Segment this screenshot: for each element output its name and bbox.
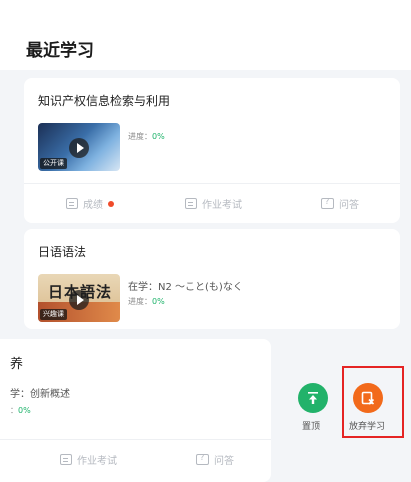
progress-label: 进度： [128, 297, 152, 306]
studying-text: 学：创新概述 [10, 389, 70, 400]
course-thumbnail[interactable]: 日本語法 兴趣课 [38, 274, 120, 322]
homework-button[interactable]: 作业考试 [185, 196, 242, 211]
qa-label: 问答 [214, 456, 234, 467]
pin-label: 置顶 [302, 422, 321, 432]
progress-value: 0% [152, 297, 165, 306]
homework-icon [185, 198, 197, 209]
qa-icon [196, 453, 209, 465]
studying-value: N2 ～こと(も)なく [158, 282, 243, 293]
notification-dot [108, 200, 114, 207]
progress-text: ：0% [10, 405, 31, 416]
progress-text: 进度：0% [128, 131, 165, 142]
studying-text: 在学：N2 ～こと(も)なく [128, 278, 243, 293]
course-card[interactable]: 知识产权信息检索与利用 公开课 进度：0% 成绩 作业考试 问答 [24, 78, 400, 223]
homework-label: 作业考试 [77, 456, 117, 467]
page-title: 最近学习 [26, 41, 94, 61]
pin-top-icon [308, 392, 318, 404]
grades-label: 成绩 [83, 200, 103, 211]
qa-label: 问答 [339, 200, 359, 211]
divider [0, 439, 271, 440]
qa-button[interactable]: 问答 [321, 196, 359, 211]
play-icon [69, 138, 89, 158]
course-tag: 公开课 [40, 158, 67, 169]
grades-icon [66, 198, 78, 209]
progress-label: 进度： [128, 132, 152, 141]
homework-icon [60, 454, 72, 465]
course-title: 养 [10, 357, 24, 372]
pin-button[interactable] [298, 383, 328, 413]
qa-button[interactable]: 问答 [196, 452, 234, 467]
grades-button[interactable]: 成绩 [66, 196, 114, 211]
homework-button[interactable]: 作业考试 [60, 452, 117, 467]
qa-icon [321, 197, 334, 209]
play-icon [69, 290, 89, 310]
course-title: 知识产权信息检索与利用 [38, 94, 171, 108]
studying-label: 在学： [128, 282, 158, 293]
progress-value: 0% [18, 406, 31, 415]
progress-text: 进度：0% [128, 296, 165, 307]
homework-label: 作业考试 [202, 200, 242, 211]
course-thumbnail[interactable]: 公开课 [38, 123, 120, 171]
divider [24, 183, 400, 184]
course-title: 日语语法 [38, 245, 87, 259]
progress-label: ： [10, 406, 18, 415]
highlight-box [342, 366, 404, 438]
progress-value: 0% [152, 132, 165, 141]
course-card-swiped[interactable]: 养 学：创新概述 ：0% 作业考试 问答 [0, 339, 271, 482]
course-card[interactable]: 日语语法 日本語法 兴趣课 在学：N2 ～こと(も)なく 进度：0% [24, 229, 400, 329]
course-tag: 兴趣课 [40, 309, 67, 320]
